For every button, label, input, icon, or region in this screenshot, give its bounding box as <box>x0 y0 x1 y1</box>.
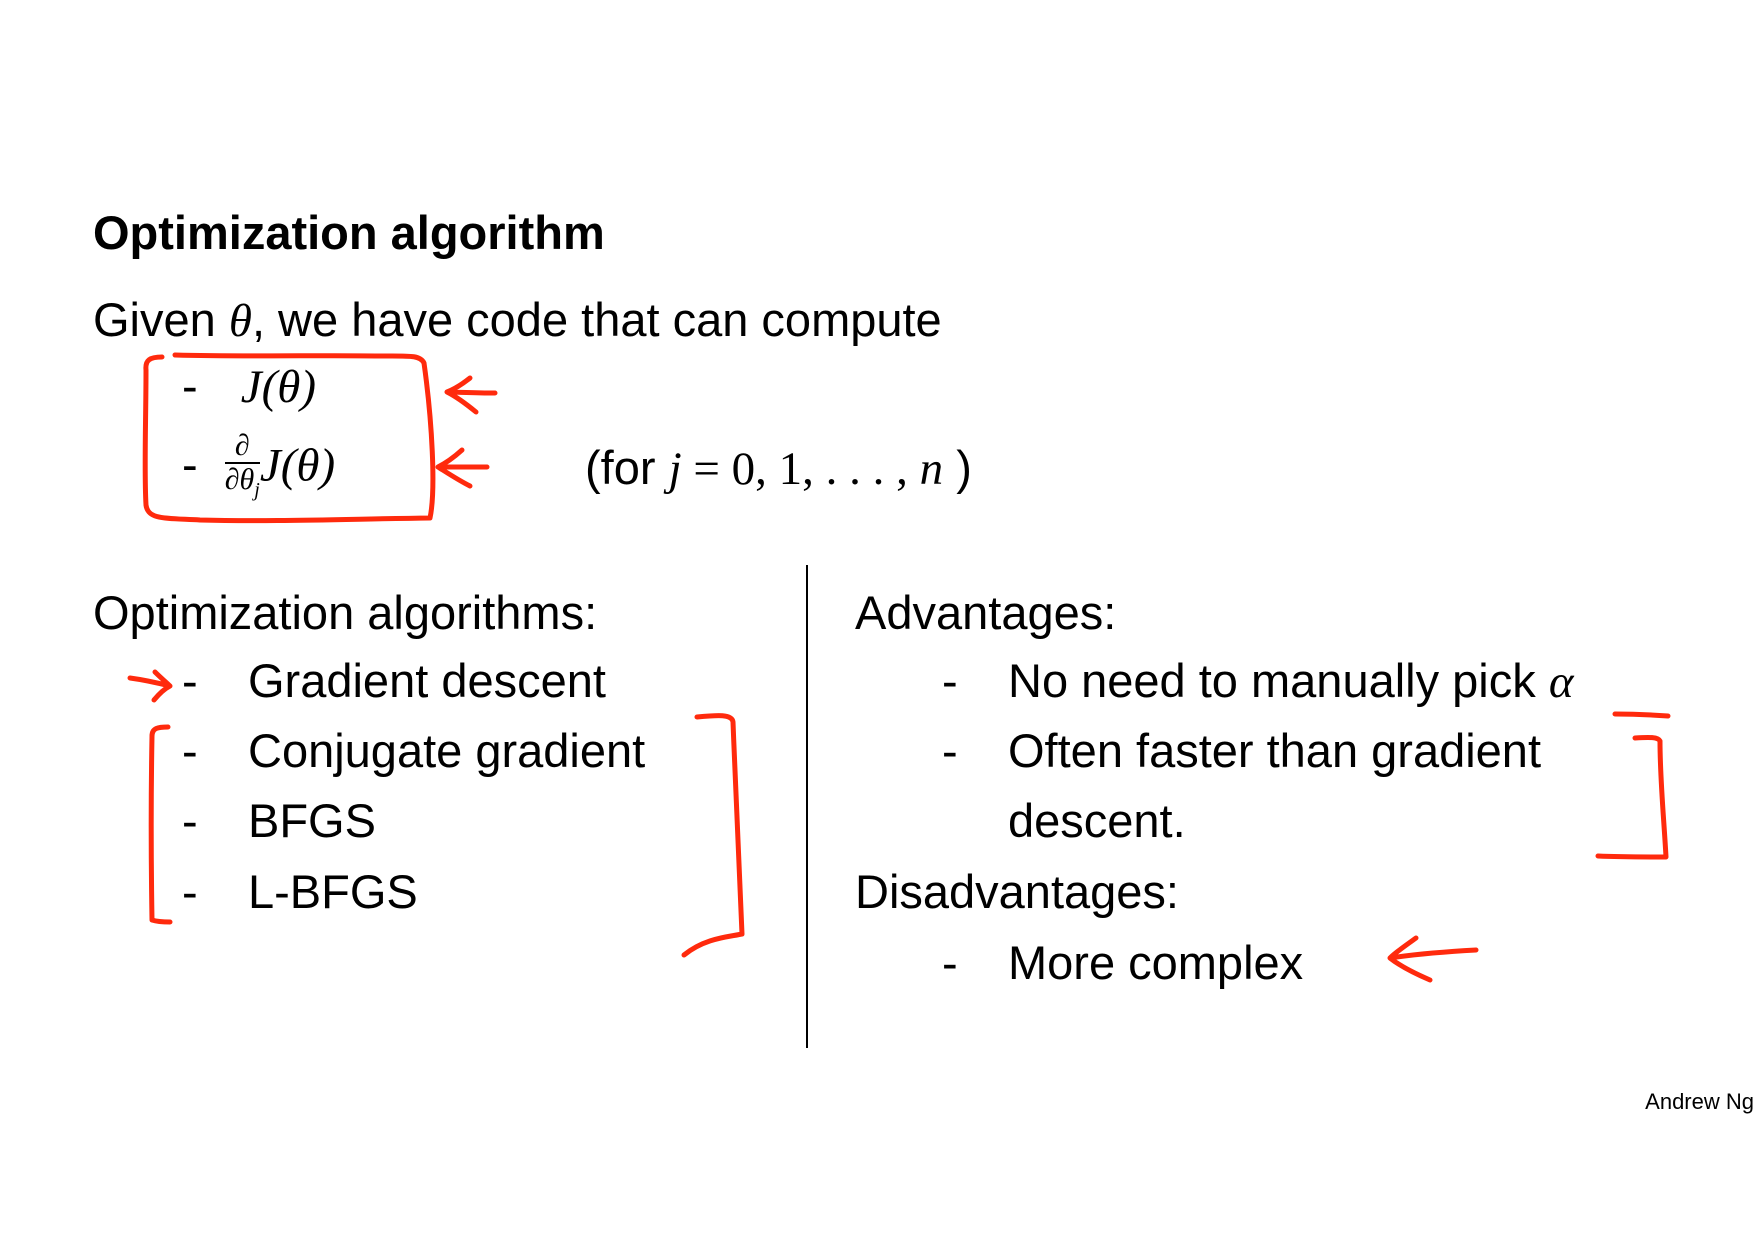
fraction-denominator: ∂θj <box>224 463 260 502</box>
arrow-more-complex-annotation <box>1387 935 1479 983</box>
list-dash: - <box>182 794 198 847</box>
theta-symbol: θ <box>228 295 252 347</box>
list-dash: - <box>182 724 198 777</box>
range-note: (for j = 0, 1, . . . , n ) <box>585 440 972 497</box>
bracket-right-algorithms-annotation <box>681 713 745 958</box>
advantages-heading: Advantages: <box>855 586 1117 639</box>
given-suffix: , we have code that can compute <box>251 293 942 346</box>
disadvantage-item-more-complex: More complex <box>1008 936 1304 989</box>
algorithm-item-bfgs: - <box>182 793 198 849</box>
underline-alpha-annotation <box>1612 711 1671 719</box>
advantage-item-faster-line2: descent. <box>1008 794 1186 847</box>
algorithm-label-bfgs: BFGS <box>248 794 376 847</box>
arrow-cost-annotation <box>444 375 498 415</box>
algorithm-item-lbfgs: - <box>182 864 198 920</box>
advantage-item-faster-line1: Often faster than gradient <box>1008 724 1541 777</box>
advantage-item-no-alpha: No need to manually pick α <box>1008 653 1573 710</box>
range-open: (for <box>585 441 669 494</box>
column-divider <box>806 565 808 1048</box>
compute-item-dash: - <box>182 437 198 491</box>
advantage-label: No need to manually pick <box>1008 654 1549 707</box>
given-prefix: Given <box>93 293 229 346</box>
alpha-symbol: α <box>1548 656 1574 708</box>
compute-item-dash: - <box>182 359 198 412</box>
range-values: = 0, 1, . . . , <box>681 443 920 495</box>
bracket-left-algorithms-annotation <box>148 724 173 925</box>
cost-function-expr: J(θ) <box>240 361 316 413</box>
gradient-function-expr: J(θ) <box>259 439 336 492</box>
author-footer: Andrew Ng <box>1645 1089 1754 1114</box>
range-n: n <box>919 443 944 495</box>
list-dash: - <box>182 654 198 707</box>
advantage-item-dash: - <box>942 654 958 707</box>
algorithm-label-gradient-descent: Gradient descent <box>248 654 606 707</box>
algorithm-item-conjugate-gradient: - <box>182 723 198 779</box>
algorithm-label-lbfgs: L-BFGS <box>248 865 418 918</box>
arrow-gradient-descent-annotation <box>127 669 173 703</box>
algorithm-label-conjugate-gradient: Conjugate gradient <box>248 724 646 777</box>
advantage-item-dash: - <box>942 724 958 777</box>
range-close: ) <box>943 441 972 494</box>
range-var: j <box>668 443 682 495</box>
algorithms-heading: Optimization algorithms: <box>93 586 598 639</box>
compute-item-cost: - J(θ) <box>182 358 316 415</box>
compute-item-gradient: - ∂ ∂θj J(θ) <box>182 430 335 506</box>
partial-derivative-fraction: ∂ ∂θj <box>224 430 260 506</box>
bracket-right-advantages-annotation <box>1595 734 1669 860</box>
disadvantages-heading: Disadvantages: <box>855 865 1179 918</box>
fraction-numerator: ∂ <box>224 430 260 464</box>
list-dash: - <box>182 865 198 918</box>
algorithm-item-gradient-descent: - <box>182 653 198 709</box>
disadvantage-item-dash: - <box>942 936 958 989</box>
given-line: Given θ, we have code that can compute <box>93 292 942 349</box>
arrow-gradient-annotation <box>435 447 490 489</box>
page-title: Optimization algorithm <box>93 206 605 259</box>
